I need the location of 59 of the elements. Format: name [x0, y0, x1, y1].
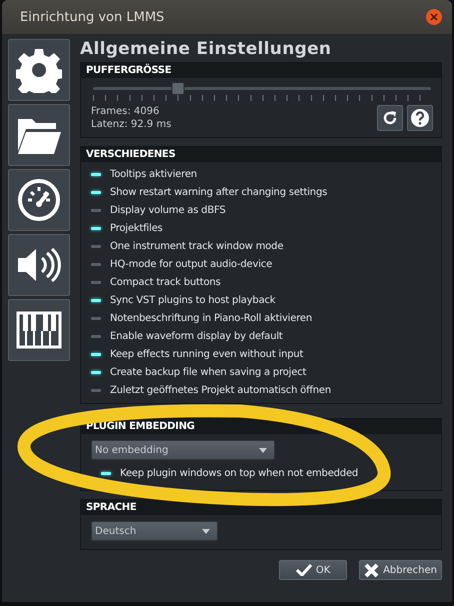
refresh-icon — [381, 109, 399, 127]
section-header: PUFFERGRÖSSE — [81, 63, 441, 78]
close-icon — [430, 13, 438, 21]
checkbox-led[interactable] — [91, 370, 101, 374]
option-label: Keep plugin windows on top when not embedded — [120, 468, 358, 478]
option-label: Notenbeschriftung in Piano-Roll aktivieren — [110, 312, 312, 324]
sidebar-button[interactable] — [8, 169, 70, 231]
option-label: HQ-mode for output audio-device — [110, 258, 272, 270]
checkbox-led[interactable] — [91, 262, 101, 266]
latency-label: Latenz: 92.9 ms — [91, 118, 172, 131]
checkbox-led[interactable] — [91, 352, 101, 356]
checkmark-icon — [296, 564, 312, 576]
frames-label: Frames: 4096 — [91, 105, 160, 118]
option-label: Sync VST plugins to host playback — [110, 294, 276, 306]
sidebar-button[interactable] — [8, 39, 70, 101]
sidebar-button[interactable] — [8, 234, 70, 296]
caret-icon — [202, 528, 210, 534]
checkbox-led[interactable] — [91, 226, 101, 230]
embedding-dropdown[interactable]: No embedding — [91, 440, 275, 460]
reset-button[interactable] — [377, 105, 403, 131]
checkbox-led[interactable] — [101, 472, 111, 474]
option-label: Keep effects running even without input — [110, 348, 304, 360]
checkbox-led[interactable] — [91, 298, 101, 302]
checkbox-led[interactable] — [91, 208, 101, 212]
help-button[interactable] — [407, 105, 433, 131]
buffer-slider[interactable] — [93, 84, 431, 92]
ok-button[interactable]: OK — [279, 560, 348, 580]
option-label: Display volume as dBFS — [110, 204, 226, 216]
checkbox-led[interactable] — [91, 280, 101, 284]
option-label: Projektfiles — [110, 222, 163, 234]
option-label: Zuletzt geöffnetes Projekt automatisch öffnen — [110, 384, 331, 396]
checkbox-led[interactable] — [91, 172, 101, 176]
window-title: Einrichtung von LMMS — [20, 10, 166, 24]
caret-icon — [259, 448, 267, 452]
help-icon — [410, 108, 430, 128]
checkbox-led[interactable] — [91, 244, 101, 248]
checkbox-led[interactable] — [91, 388, 101, 392]
option-label: Tooltips aktivieren — [110, 168, 197, 180]
speaker-icon — [16, 245, 62, 285]
option-label: One instrument track window mode — [110, 240, 284, 252]
cancel-button[interactable]: Abbrechen — [359, 560, 442, 580]
option-label: Enable waveform display by default — [110, 330, 283, 342]
slider-thumb[interactable] — [171, 82, 184, 95]
checkbox-led[interactable] — [91, 316, 101, 320]
sidebar-button[interactable] — [8, 104, 70, 166]
sidebar-button[interactable] — [8, 299, 70, 361]
gear-icon — [16, 47, 62, 93]
section-header: VERSCHIEDENES — [81, 147, 441, 162]
option-label: Compact track buttons — [110, 276, 221, 288]
checkbox-led[interactable] — [91, 190, 101, 194]
keyboard-icon — [16, 311, 62, 349]
language-dropdown[interactable]: Deutsch — [91, 521, 218, 541]
option-label: Create backup file when saving a project — [110, 366, 306, 378]
page-heading: Allgemeine Einstellungen — [80, 39, 332, 59]
gauge-icon — [16, 177, 62, 223]
close-button[interactable] — [426, 9, 442, 25]
close-icon — [364, 562, 380, 578]
option-label: Show restart warning after changing settings — [110, 186, 328, 198]
checkbox-led[interactable] — [91, 334, 101, 338]
